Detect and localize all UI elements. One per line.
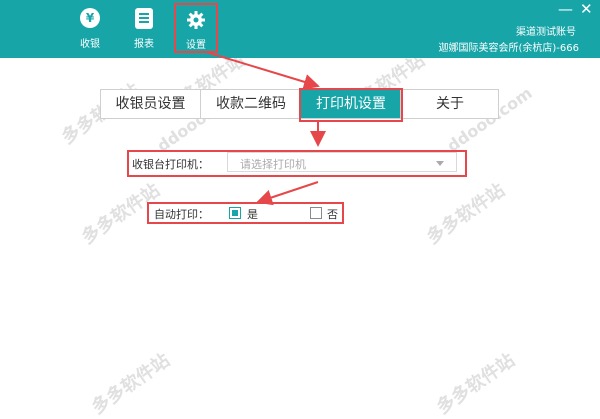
watermark-6: 多多软件站: [87, 349, 174, 419]
nav-report[interactable]: 报表: [122, 0, 166, 58]
nav-cashier[interactable]: ¥ 收银: [68, 0, 112, 58]
account-name: 渠道测试账号: [516, 27, 576, 38]
top-bar: ¥ 收银 报表 设置 — ✕ 渠道测试账号 迦娜国际美容会所(余杭店)-666: [0, 0, 600, 58]
nav-report-label: 报表: [134, 39, 154, 50]
tab-payment-qrcode[interactable]: 收款二维码: [200, 90, 301, 118]
annotation-box-printer: [127, 150, 467, 177]
close-icon[interactable]: ✕: [580, 2, 593, 17]
annotation-box-tab: [299, 88, 403, 122]
tab-cashier-settings[interactable]: 收银员设置: [101, 90, 200, 118]
gear-icon: [187, 11, 205, 29]
nav-settings-label: 设置: [186, 40, 206, 51]
tab-about[interactable]: 关于: [400, 90, 499, 118]
minimize-icon[interactable]: —: [558, 2, 573, 17]
watermark-5: 多多软件站: [422, 179, 509, 249]
annotation-box-auto-print: [147, 202, 344, 224]
nav-cashier-label: 收银: [80, 39, 100, 50]
watermark-7: 多多软件站: [432, 349, 519, 419]
nav-settings[interactable]: 设置: [174, 3, 218, 53]
report-icon: [135, 8, 153, 29]
yen-icon: ¥: [80, 8, 100, 28]
store-name: 迦娜国际美容会所(余杭店)-666: [438, 43, 580, 54]
